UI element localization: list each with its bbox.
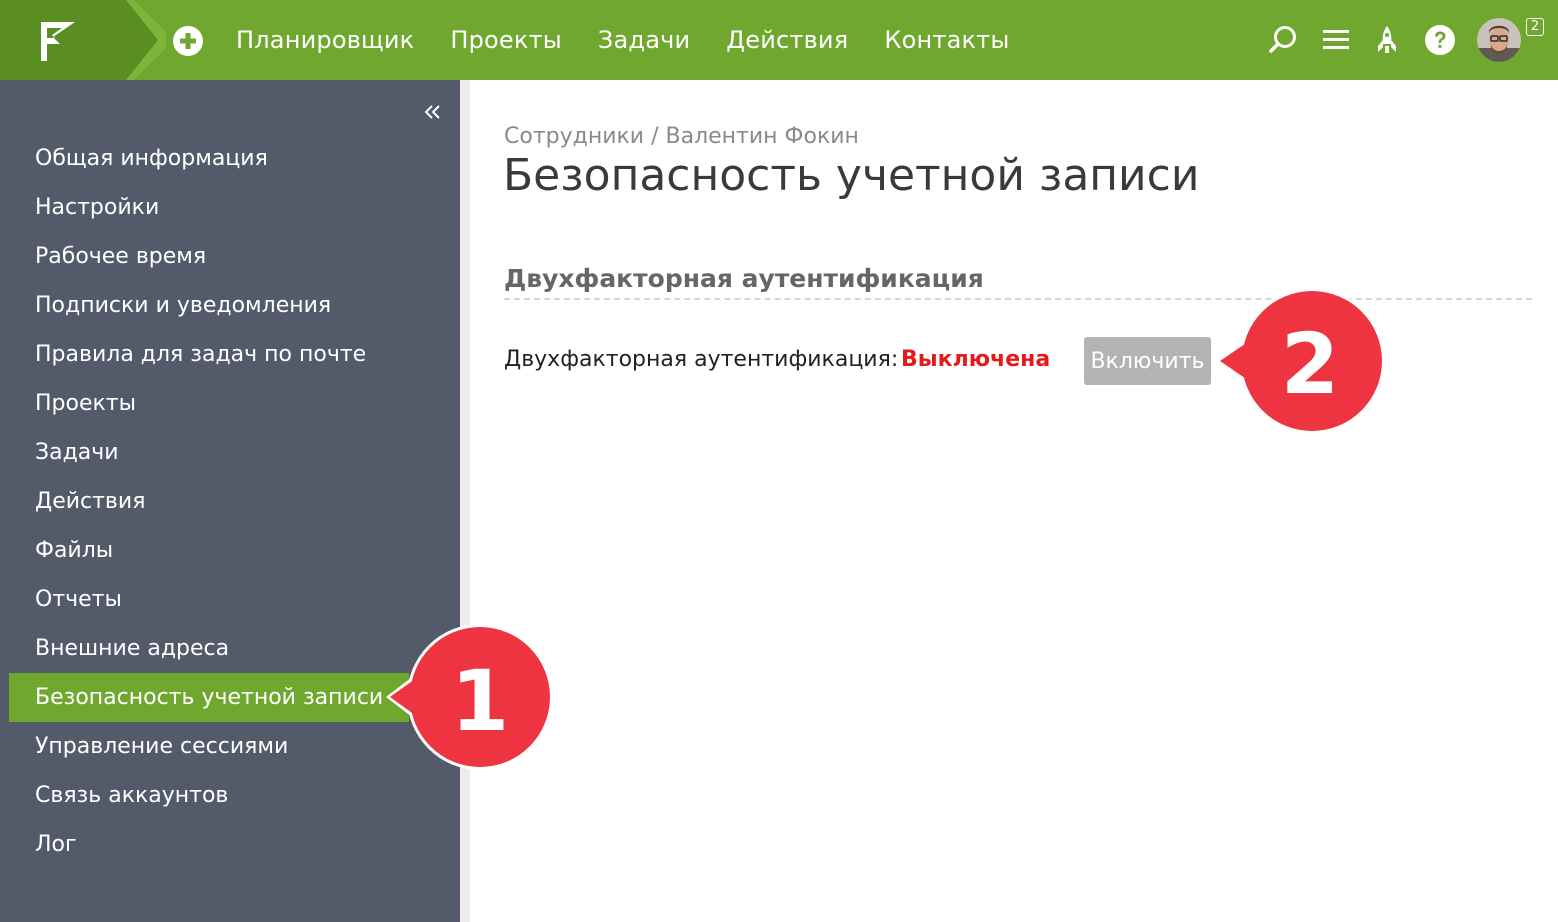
plus-circle-icon xyxy=(173,26,203,56)
help-button[interactable] xyxy=(1424,24,1456,56)
sidebar-item-account-security[interactable]: Безопасность учетной записи xyxy=(9,673,409,722)
sidebar-item-files[interactable]: Файлы xyxy=(0,526,460,575)
sidebar-item-linked-accounts[interactable]: Связь аккаунтов xyxy=(0,771,460,820)
nav-actions[interactable]: Действия xyxy=(726,26,848,54)
avatar[interactable] xyxy=(1477,18,1521,62)
nav-contacts[interactable]: Контакты xyxy=(884,26,1009,54)
tfa-label: Двухфакторная аутентификация: xyxy=(504,347,899,372)
flag-logo-icon xyxy=(0,0,166,80)
sidebar-item-actions[interactable]: Действия xyxy=(0,477,460,526)
nav-tasks[interactable]: Задачи xyxy=(598,26,690,54)
sidebar-item-general[interactable]: Общая информация xyxy=(0,134,460,183)
callout-number-1: 1 xyxy=(450,652,510,750)
notification-badge[interactable]: 2 xyxy=(1526,18,1544,36)
section-title: Двухфакторная аутентификация xyxy=(504,264,984,293)
breadcrumb-separator: / xyxy=(644,124,666,149)
main-nav: Планировщик Проекты Задачи Действия Конт… xyxy=(236,0,1046,80)
search-button[interactable] xyxy=(1267,24,1299,56)
rocket-icon xyxy=(1378,26,1396,53)
rocket-button[interactable] xyxy=(1371,24,1403,56)
logo[interactable] xyxy=(0,0,166,80)
sidebar-item-subscriptions[interactable]: Подписки и уведомления xyxy=(0,281,460,330)
user-avatar-icon xyxy=(1477,18,1521,62)
sidebar-item-log[interactable]: Лог xyxy=(0,820,460,869)
top-bar: Планировщик Проекты Задачи Действия Конт… xyxy=(0,0,1558,80)
nav-planner[interactable]: Планировщик xyxy=(236,26,414,54)
breadcrumb-current: Валентин Фокин xyxy=(665,124,859,149)
sidebar-item-mail-rules[interactable]: Правила для задач по почте xyxy=(0,330,460,379)
add-button[interactable] xyxy=(172,25,204,57)
sidebar-item-tasks[interactable]: Задачи xyxy=(0,428,460,477)
nav-projects[interactable]: Проекты xyxy=(450,26,562,54)
enable-tfa-button[interactable]: Включить xyxy=(1084,337,1211,385)
sidebar-item-projects[interactable]: Проекты xyxy=(0,379,460,428)
help-icon xyxy=(1425,25,1455,55)
tfa-status: Выключена xyxy=(901,347,1051,372)
sidebar-item-settings[interactable]: Настройки xyxy=(0,183,460,232)
search-icon xyxy=(1269,26,1296,53)
menu-button[interactable] xyxy=(1320,24,1352,56)
collapse-sidebar-button[interactable] xyxy=(418,98,446,126)
breadcrumb-parent[interactable]: Сотрудники xyxy=(504,124,644,149)
sidebar-item-working-time[interactable]: Рабочее время xyxy=(0,232,460,281)
page-title: Безопасность учетной записи xyxy=(503,150,1200,201)
sidebar-divider xyxy=(460,80,470,922)
breadcrumb: Сотрудники / Валентин Фокин xyxy=(504,124,859,149)
double-chevron-left-icon xyxy=(424,105,440,119)
sidebar-item-reports[interactable]: Отчеты xyxy=(0,575,460,624)
callout-number-2: 2 xyxy=(1280,315,1340,413)
menu-icon xyxy=(1323,30,1349,49)
sidebar: Общая информация Настройки Рабочее время… xyxy=(0,80,460,922)
